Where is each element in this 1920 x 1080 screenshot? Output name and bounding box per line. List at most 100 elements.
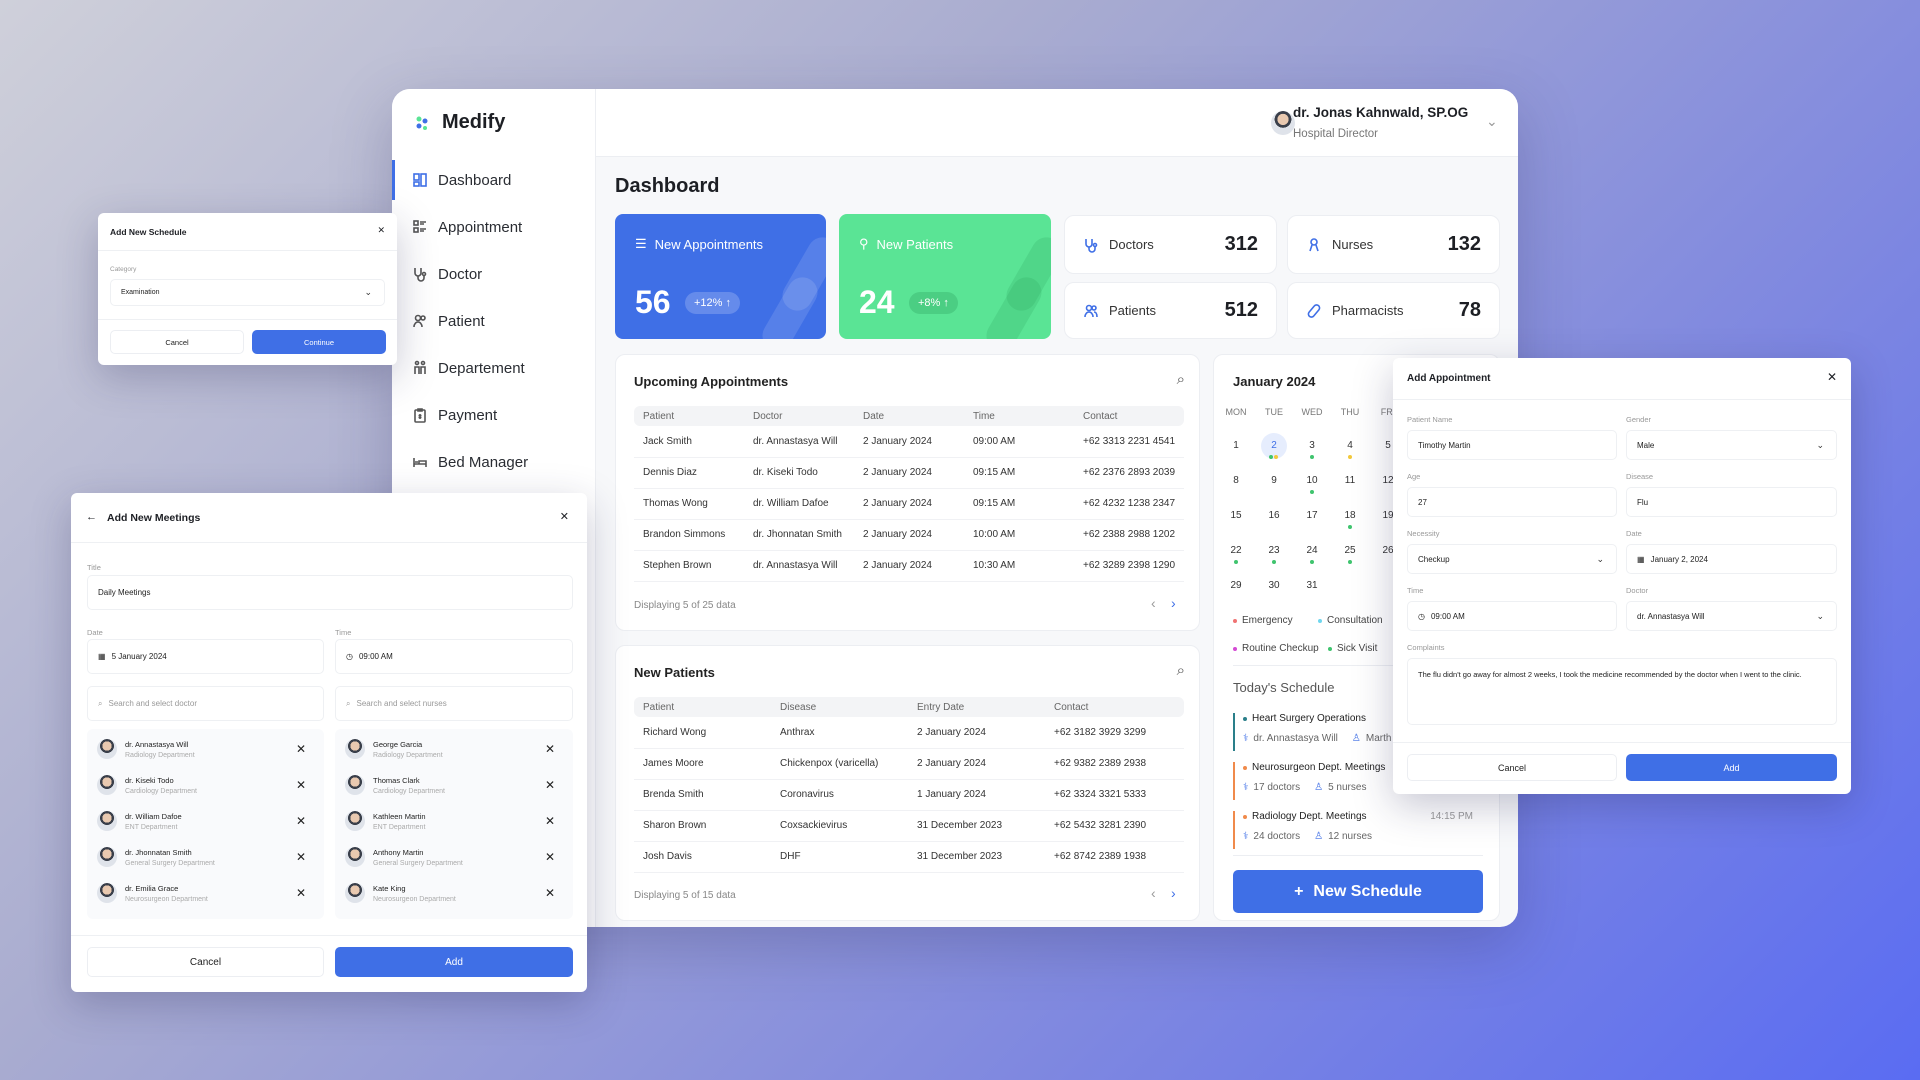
time-input[interactable]: ◷ 09:00 AM [335,639,573,674]
cancel-button[interactable]: Cancel [110,330,244,354]
next-page-icon[interactable]: › [1171,885,1176,901]
sidebar-item-bed-manager[interactable]: Bed Manager [392,442,596,482]
remove-icon[interactable]: ✕ [545,850,555,864]
doctors-stat[interactable]: Doctors 312 [1064,215,1277,274]
table-row[interactable]: Jack Smith dr. Annastasya Will 2 January 2… [634,426,1184,458]
search-icon[interactable]: ⌕ [1177,662,1185,679]
add-button[interactable]: Add [1626,754,1837,781]
new-schedule-button[interactable]: + New Schedule [1233,870,1483,913]
calendar-day[interactable]: 29 [1223,573,1249,599]
pharmacists-stat[interactable]: Pharmacists 78 [1287,282,1500,339]
sidebar-item-appointment[interactable]: Appointment [392,207,596,247]
nurse-search-input[interactable]: ⌕ Search and select nurses [335,686,573,721]
logo: Medify [414,111,505,134]
table-row[interactable]: Sharon Brown Coxsackievirus 31 December 20… [634,810,1184,842]
avatar [97,811,117,831]
calendar-day[interactable]: 1 [1223,433,1249,459]
doctor-select[interactable]: dr. Annastasya Will ⌄ [1626,601,1837,631]
button-label: New Schedule [1313,882,1422,900]
field-label: Age [1407,472,1421,481]
prev-page-icon[interactable]: ‹ [1151,885,1156,901]
calendar-day[interactable]: 31 [1299,573,1325,599]
table-row[interactable]: Dennis Diaz dr. Kiseki Todo 2 January 2024… [634,457,1184,489]
table-cell: Coronavirus [771,779,908,811]
remove-icon[interactable]: ✕ [296,742,306,756]
disease-input[interactable]: Flu [1626,487,1837,517]
search-icon[interactable]: ⌕ [1177,371,1185,388]
title-input[interactable]: Daily Meetings [87,575,573,610]
legend-label: Consultation [1327,615,1383,626]
sidebar-item-label: Bed Manager [438,453,529,471]
table-row[interactable]: Brenda Smith Coronavirus 1 January 2024 +62… [634,779,1184,811]
new-appointments-card[interactable]: ☰ New Appointments 56 +12% ↑ [615,214,826,339]
column-header: Time [964,406,1074,426]
table-row[interactable]: Richard Wong Anthrax 2 January 2024 +62 318… [634,717,1184,749]
schedule-item[interactable]: Radiology Dept. Meetings 14:15 PM ⚕ 24 doct… [1233,811,1483,849]
cancel-button[interactable]: Cancel [87,947,324,977]
close-icon[interactable]: ✕ [1827,370,1837,384]
user-name[interactable]: dr. Jonas Kahnwald, SP.OG [1293,105,1468,120]
date-input[interactable]: ▦ 5 January 2024 [87,639,324,674]
sidebar-item-label: Payment [438,406,498,424]
sidebar-item-departement[interactable]: Departement [392,348,596,388]
category-select[interactable]: Examination ⌄ [110,279,385,306]
chevron-down-icon[interactable]: ⌄ [1486,113,1498,130]
new-patients-card[interactable]: ⚲ New Patients 24 +8% ↑ [839,214,1051,339]
doctor-search-input[interactable]: ⌕ Search and select doctor [87,686,324,721]
info-text: 5 nurses [1328,782,1367,793]
remove-icon[interactable]: ✕ [296,886,306,900]
user-avatar[interactable] [1271,111,1295,135]
table-row[interactable]: Stephen Brown dr. Annastasya Will 2 Januar… [634,550,1184,582]
remove-icon[interactable]: ✕ [545,814,555,828]
new-patients-panel: New Patients ⌕ Patient Disease Entry Date C… [615,645,1200,921]
select-value: Examination [121,289,160,296]
necessity-select[interactable]: Checkup ⌄ [1407,544,1617,574]
back-arrow-icon[interactable]: ← [86,511,97,523]
add-button[interactable]: Add [335,947,573,977]
close-icon[interactable]: ✕ [377,225,385,236]
selected-person: Kathleen Martin ENT Department ✕ [345,806,563,836]
person-name: Thomas Clark [373,775,420,785]
complaints-textarea[interactable]: The flu didn't go away for almost 2 week… [1407,658,1837,725]
next-page-icon[interactable]: › [1171,595,1176,611]
patient-name-input[interactable]: Timothy Martin [1407,430,1617,460]
sidebar-item-dashboard[interactable]: Dashboard [392,160,596,200]
table-cell: +62 3324 3321 5333 [1045,779,1184,811]
table-row[interactable]: Josh Davis DHF 31 December 2023 +62 8742 23… [634,841,1184,873]
table-row[interactable]: Brandon Simmons dr. Jhonnatan Smith 2 Janu… [634,519,1184,551]
time-input[interactable]: ◷ 09:00 AM [1407,601,1617,631]
sidebar-item-patient[interactable]: Patient [392,301,596,341]
age-input[interactable]: 27 [1407,487,1617,517]
calendar-day[interactable]: 17 [1299,503,1325,529]
calendar-day[interactable]: 9 [1261,468,1287,494]
calendar-day[interactable]: 11 [1337,468,1363,494]
calendar-day[interactable]: 16 [1261,503,1287,529]
payment-icon [414,408,426,423]
table-row[interactable]: Thomas Wong dr. William Dafoe 2 January 20… [634,488,1184,520]
remove-icon[interactable]: ✕ [545,778,555,792]
calendar-day[interactable]: 30 [1261,573,1287,599]
close-icon[interactable]: ✕ [560,510,569,523]
date-input[interactable]: ▦ January 2, 2024 [1626,544,1837,574]
nurses-stat[interactable]: Nurses 132 [1287,215,1500,274]
table-cell: Brandon Simmons [634,519,744,551]
remove-icon[interactable]: ✕ [296,850,306,864]
remove-icon[interactable]: ✕ [296,778,306,792]
patients-stat[interactable]: Patients 512 [1064,282,1277,339]
stat-label: Nurses [1332,237,1374,252]
remove-icon[interactable]: ✕ [545,742,555,756]
calendar-day[interactable]: 15 [1223,503,1249,529]
remove-icon[interactable]: ✕ [296,814,306,828]
cancel-button[interactable]: Cancel [1407,754,1617,781]
person-department: Neurosurgeon Department [125,895,208,903]
gender-select[interactable]: Male ⌄ [1626,430,1837,460]
panel-title: New Patients [634,665,715,680]
remove-icon[interactable]: ✕ [545,886,555,900]
prev-page-icon[interactable]: ‹ [1151,595,1156,611]
calendar-day[interactable]: 8 [1223,468,1249,494]
event-dot [1309,490,1314,494]
sidebar-item-payment[interactable]: Payment [392,395,596,435]
table-row[interactable]: James Moore Chickenpox (varicella) 2 Janua… [634,748,1184,780]
continue-button[interactable]: Continue [252,330,386,354]
sidebar-item-doctor[interactable]: Doctor [392,254,596,294]
